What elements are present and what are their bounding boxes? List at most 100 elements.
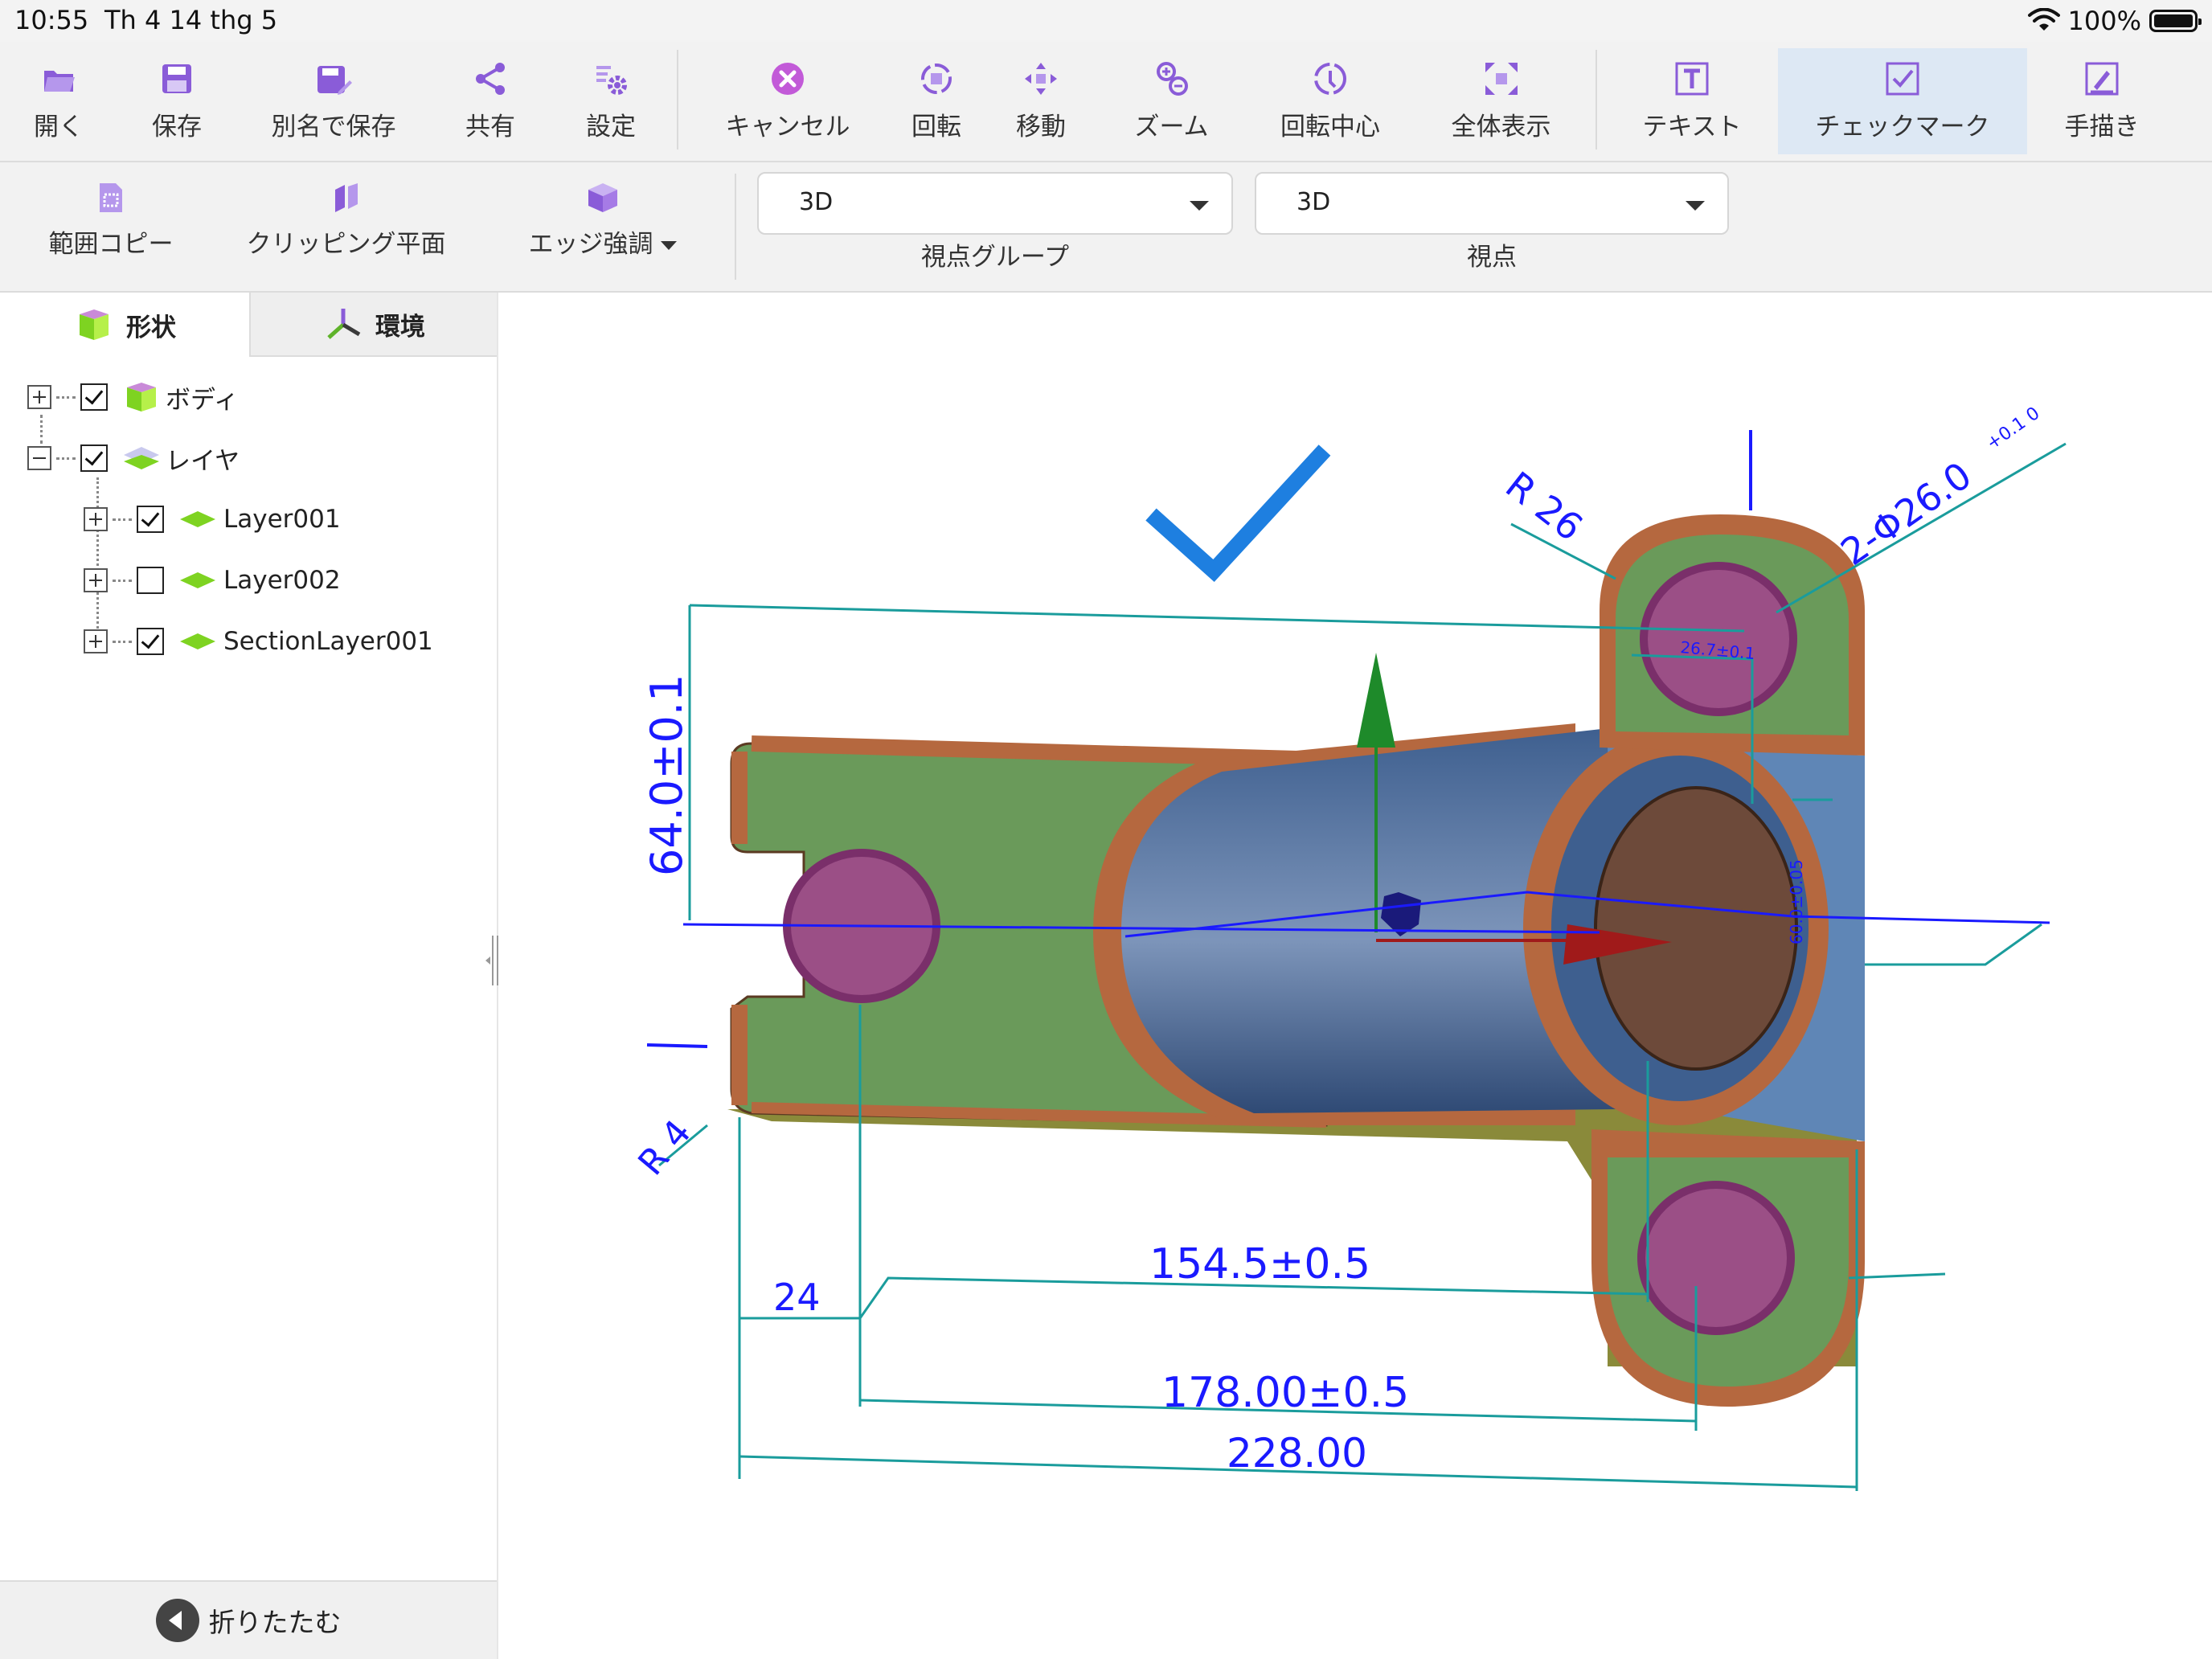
layer001-label: Layer001 [223, 505, 341, 534]
rotate-button[interactable]: 回転 [896, 48, 977, 154]
collapse-icon[interactable] [27, 446, 51, 470]
status-date: Th 4 14 thg 5 [104, 5, 278, 35]
body-visibility-checkbox[interactable] [80, 383, 108, 411]
save-icon [162, 64, 191, 93]
status-bar: 10:55 Th 4 14 thg 5 100% [0, 0, 2212, 42]
viewpoint-value: 3D [1296, 188, 1331, 216]
dimension-line [1865, 923, 2042, 966]
collapse-panel-button[interactable]: 折りたたむ [0, 1580, 497, 1659]
tab-environment[interactable]: 環境 [249, 293, 497, 357]
main-toolbar: 開く 保存 別名で保存 共有 設定 キャンセル 回転 移動 ズーム 回転中心 全… [0, 42, 2212, 162]
viewpoint-select[interactable]: 3D [1255, 172, 1729, 235]
rotate-icon [921, 63, 952, 94]
save-as-label: 別名で保存 [271, 113, 396, 141]
layer-visibility-checkbox[interactable] [80, 444, 108, 472]
cube-icon [127, 383, 156, 412]
rotation-center-button[interactable]: 回転中心 [1266, 48, 1395, 154]
save-as-button[interactable]: 別名で保存 [257, 48, 410, 154]
chevron-down-icon [661, 241, 678, 250]
expand-icon[interactable] [84, 568, 108, 592]
cancel-icon [772, 63, 804, 95]
tree-node-body[interactable]: ボディ [27, 373, 239, 421]
view-group-select[interactable]: 3D [757, 172, 1233, 235]
tree-connector [113, 579, 132, 582]
freehand-label: 手描き [2064, 113, 2140, 141]
dimension-height: 64.0±0.1 [641, 674, 692, 876]
share-label: 共有 [465, 113, 515, 141]
dimension-hole-diameter: 2-Φ26.0 [1833, 453, 1979, 574]
layer002-visibility-checkbox[interactable] [137, 567, 164, 594]
dimension-154: 154.5±0.5 [1149, 1240, 1370, 1288]
zoom-button[interactable]: ズーム [1121, 48, 1222, 154]
edge-emphasis-label: エッジ強調 [529, 223, 678, 260]
dimension-24: 24 [773, 1276, 821, 1319]
chevron-down-icon [1190, 201, 1209, 211]
zoom-icon [1156, 62, 1188, 96]
layer001-visibility-checkbox[interactable] [137, 506, 164, 533]
edge-emphasis-button[interactable]: エッジ強調 [514, 180, 691, 260]
range-copy-button[interactable]: 範囲コピー [39, 180, 183, 260]
dimension-line [646, 1043, 708, 1048]
checkmark-label: チェックマーク [1815, 113, 1990, 141]
fit-all-button[interactable]: 全体表示 [1443, 48, 1559, 154]
zoom-label: ズーム [1134, 113, 1209, 141]
open-button[interactable]: 開く [23, 48, 95, 154]
range-copy-icon [100, 183, 122, 212]
toolbar-divider [1596, 50, 1597, 150]
toolbar-divider [677, 50, 678, 150]
tab-shape[interactable]: 形状 [0, 293, 249, 357]
tab-environment-label: 環境 [375, 312, 425, 342]
toolbar-divider [735, 174, 736, 280]
tree-node-layer[interactable]: レイヤ [27, 434, 240, 482]
text-icon [1675, 62, 1709, 96]
hub-bore [1594, 786, 1798, 1071]
expand-icon[interactable] [84, 629, 108, 653]
layer002-label: Layer002 [223, 566, 341, 595]
axes-icon [327, 309, 361, 339]
freehand-icon [2085, 62, 2119, 96]
layer-icon [180, 511, 215, 527]
viewpoint-label: 視点 [1467, 243, 1517, 272]
layer-icon [180, 633, 215, 649]
share-button[interactable]: 共有 [450, 48, 530, 154]
expand-icon[interactable] [27, 385, 51, 409]
expand-icon[interactable] [84, 507, 108, 531]
fit-all-label: 全体表示 [1451, 113, 1551, 141]
clipping-plane-label: クリッピング平面 [246, 230, 446, 259]
edge-emphasis-icon [588, 183, 617, 212]
text-button[interactable]: テキスト [1632, 48, 1752, 154]
move-button[interactable]: 移動 [1001, 48, 1081, 154]
save-button[interactable]: 保存 [137, 48, 217, 154]
3d-viewport[interactable]: 64.0±0.1 R 26 2-Φ26.0 +0.1 0 R 4 24 154.… [498, 293, 2212, 1659]
tree-connector [56, 395, 76, 399]
collapse-label: 折りたたむ [208, 1607, 342, 1638]
wifi-icon [2027, 8, 2060, 31]
settings-button[interactable]: 設定 [571, 48, 651, 154]
cancel-button[interactable]: キャンセル [707, 48, 868, 154]
model-canvas[interactable]: 64.0±0.1 R 26 2-Φ26.0 +0.1 0 R 4 24 154.… [498, 293, 2212, 1659]
folder-open-icon [44, 71, 75, 92]
clipping-plane-button[interactable]: クリッピング平面 [240, 180, 453, 260]
section-layer001-visibility-checkbox[interactable] [137, 628, 164, 655]
status-indicators: 100% [2027, 5, 2202, 37]
move-icon [1025, 63, 1057, 95]
rotation-center-label: 回転中心 [1280, 113, 1380, 141]
tree-node-layer002[interactable]: Layer002 [84, 556, 341, 604]
tab-shape-label: 形状 [126, 313, 176, 342]
tree-node-section-layer001[interactable]: SectionLayer001 [84, 617, 433, 666]
freehand-button[interactable]: 手描き [2054, 48, 2150, 154]
move-label: 移動 [1016, 113, 1066, 141]
tree-node-layer001[interactable]: Layer001 [84, 495, 341, 543]
checkmark-icon [1886, 62, 1919, 96]
checkmark-button[interactable]: チェックマーク [1778, 48, 2027, 154]
fit-all-icon [1485, 63, 1518, 95]
checkmark-annotation [1145, 444, 1331, 583]
view-group-label: 視点グループ [920, 243, 1070, 272]
text-label: テキスト [1642, 113, 1742, 141]
save-as-icon [317, 66, 352, 95]
secondary-toolbar: 範囲コピー クリッピング平面 エッジ強調 3D 視点グループ 3D 視点 [0, 162, 2212, 293]
settings-label: 設定 [586, 113, 636, 141]
model-tree-panel: 形状 環境 ボディ レイヤ Layer001 Layer002 SectionL… [0, 293, 498, 1659]
body-label: ボディ [166, 385, 239, 415]
rotation-center-icon [1314, 63, 1346, 95]
